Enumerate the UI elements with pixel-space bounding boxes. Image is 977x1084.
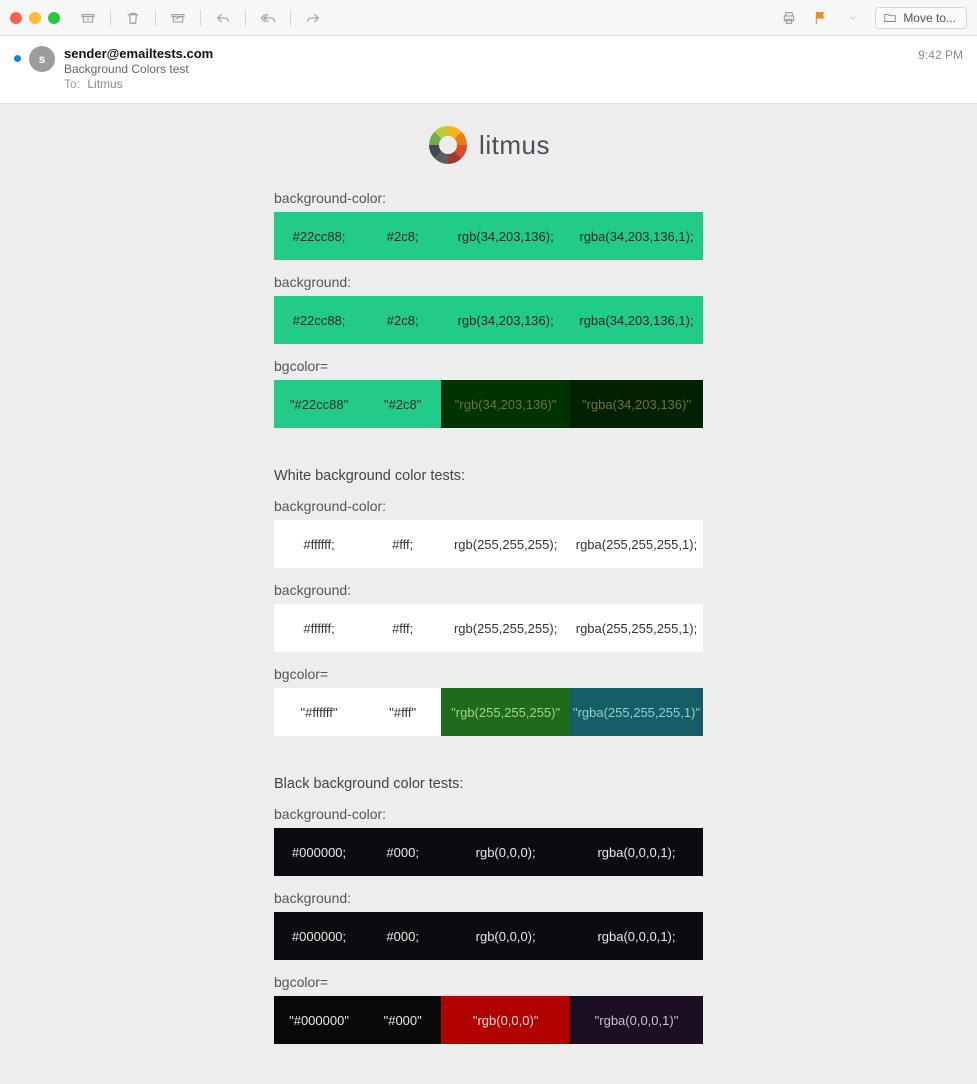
swatch-cell: rgb(255,255,255); <box>441 604 570 652</box>
property-label: background-color: <box>274 806 703 822</box>
toolbar-separator <box>245 10 246 26</box>
swatch-cell: rgba(255,255,255,1); <box>570 604 703 652</box>
section-title: White background color tests: <box>274 468 703 484</box>
swatch-cell: rgb(34,203,136); <box>441 212 570 260</box>
swatch-cell: "rgb(0,0,0)" <box>441 996 570 1044</box>
toolbar-separator <box>155 10 156 26</box>
swatch-cell: "rgb(255,255,255)" <box>441 688 570 736</box>
junk-icon[interactable] <box>168 8 188 28</box>
swatch-cell: rgba(34,203,136,1); <box>570 212 703 260</box>
swatch-row: #ffffff;#fff;rgb(255,255,255);rgba(255,2… <box>274 520 703 568</box>
swatch-row: "#000000""#000""rgb(0,0,0)""rgba(0,0,0,1… <box>274 996 703 1044</box>
swatch-cell: "rgba(34,203,136)" <box>570 380 703 428</box>
to-label: To: <box>64 77 80 91</box>
swatch-row: #ffffff;#fff;rgb(255,255,255);rgba(255,2… <box>274 604 703 652</box>
swatch-cell: #fff; <box>364 604 441 652</box>
property-label: background: <box>274 274 703 290</box>
close-window-button[interactable] <box>10 12 22 24</box>
move-to-label: Move to... <box>903 11 956 25</box>
swatch-cell: "#000000" <box>274 996 364 1044</box>
trash-icon[interactable] <box>123 8 143 28</box>
toolbar-separator <box>290 10 291 26</box>
folder-icon <box>883 11 897 25</box>
swatch-cell: rgb(0,0,0); <box>441 912 570 960</box>
toolbar-separator <box>200 10 201 26</box>
property-label: bgcolor= <box>274 358 703 374</box>
window-controls <box>10 12 60 24</box>
toolbar-left-actions <box>78 8 323 28</box>
swatch-cell: "#000" <box>364 996 441 1044</box>
email-body: litmus background-color:#22cc88;#2c8;rgb… <box>0 104 977 1084</box>
reply-icon[interactable] <box>213 8 233 28</box>
property-label: bgcolor= <box>274 666 703 682</box>
message-header: s sender@emailtests.com Background Color… <box>0 36 977 104</box>
move-to-button[interactable]: Move to... <box>875 7 967 29</box>
toolbar-right-actions: Move to... <box>779 7 967 29</box>
swatch-cell: #2c8; <box>364 212 441 260</box>
property-label: background: <box>274 890 703 906</box>
archive-icon[interactable] <box>78 8 98 28</box>
swatch-cell: #000; <box>364 912 441 960</box>
swatch-cell: #000000; <box>274 912 364 960</box>
minimize-window-button[interactable] <box>29 12 41 24</box>
sender-avatar: s <box>29 46 55 72</box>
swatch-cell: #2c8; <box>364 296 441 344</box>
message-time: 9:42 PM <box>918 46 963 91</box>
swatch-cell: rgb(34,203,136); <box>441 296 570 344</box>
property-label: bgcolor= <box>274 974 703 990</box>
swatch-cell: #000; <box>364 828 441 876</box>
swatch-cell: rgba(255,255,255,1); <box>570 520 703 568</box>
message-subject: Background Colors test <box>64 62 918 76</box>
swatch-cell: rgba(0,0,0,1); <box>570 912 703 960</box>
print-icon[interactable] <box>779 8 799 28</box>
swatch-cell: #ffffff; <box>274 604 364 652</box>
zoom-window-button[interactable] <box>48 12 60 24</box>
swatch-cell: rgb(255,255,255); <box>441 520 570 568</box>
swatch-cell: "rgba(255,255,255,1)" <box>570 688 703 736</box>
litmus-wheel-icon <box>427 124 469 166</box>
swatch-row: "#22cc88""#2c8""rgb(34,203,136)""rgba(34… <box>274 380 703 428</box>
flag-menu-chevron-icon[interactable] <box>843 8 863 28</box>
swatch-cell: rgba(34,203,136,1); <box>570 296 703 344</box>
swatch-cell: #22cc88; <box>274 296 364 344</box>
swatch-cell: rgba(0,0,0,1); <box>570 828 703 876</box>
swatch-cell: "#2c8" <box>364 380 441 428</box>
reply-all-icon[interactable] <box>258 8 278 28</box>
unread-indicator <box>14 55 21 62</box>
property-label: background: <box>274 582 703 598</box>
swatch-cell: rgb(0,0,0); <box>441 828 570 876</box>
property-label: background-color: <box>274 498 703 514</box>
swatch-cell: "#fff" <box>364 688 441 736</box>
recipient-line: To: Litmus <box>64 77 918 91</box>
brand-logo: litmus <box>274 124 703 166</box>
email-content: litmus background-color:#22cc88;#2c8;rgb… <box>274 124 703 1044</box>
swatch-row: #22cc88;#2c8;rgb(34,203,136);rgba(34,203… <box>274 296 703 344</box>
header-text: sender@emailtests.com Background Colors … <box>64 46 918 91</box>
swatch-cell: #22cc88; <box>274 212 364 260</box>
flag-icon[interactable] <box>811 8 831 28</box>
swatch-row: #000000;#000;rgb(0,0,0);rgba(0,0,0,1); <box>274 828 703 876</box>
brand-name: litmus <box>479 130 550 161</box>
swatch-row: "#ffffff""#fff""rgb(255,255,255)""rgba(2… <box>274 688 703 736</box>
swatch-cell: #ffffff; <box>274 520 364 568</box>
swatch-cell: "#ffffff" <box>274 688 364 736</box>
property-label: background-color: <box>274 190 703 206</box>
toolbar-separator <box>110 10 111 26</box>
sender-address: sender@emailtests.com <box>64 46 918 61</box>
swatch-row: #22cc88;#2c8;rgb(34,203,136);rgba(34,203… <box>274 212 703 260</box>
swatch-cell: #000000; <box>274 828 364 876</box>
section-title: Black background color tests: <box>274 776 703 792</box>
to-value: Litmus <box>87 77 122 91</box>
forward-icon[interactable] <box>303 8 323 28</box>
window-toolbar: Move to... <box>0 0 977 36</box>
avatar-initial: s <box>39 52 46 66</box>
swatch-cell: "#22cc88" <box>274 380 364 428</box>
swatch-cell: "rgb(34,203,136)" <box>441 380 570 428</box>
swatch-groups: background-color: #22cc88;#2c8;rgb(34,203… <box>274 190 703 1044</box>
swatch-cell: "rgba(0,0,0,1)" <box>570 996 703 1044</box>
swatch-cell: #fff; <box>364 520 441 568</box>
swatch-row: #000000;#000;rgb(0,0,0);rgba(0,0,0,1); <box>274 912 703 960</box>
